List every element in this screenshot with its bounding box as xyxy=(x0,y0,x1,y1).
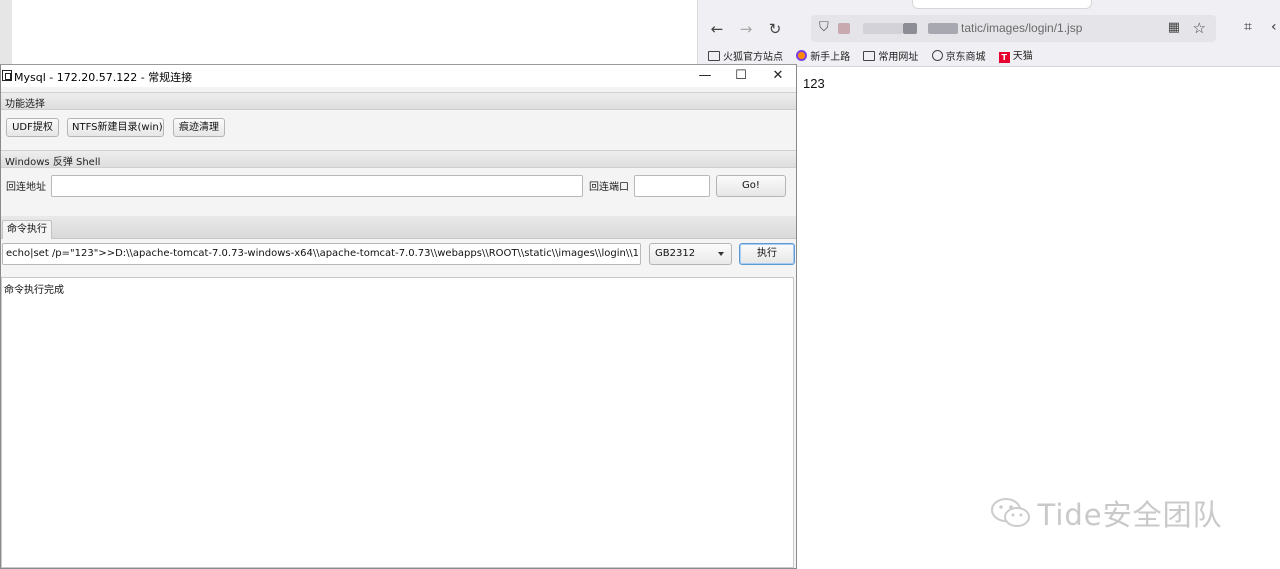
app-icon xyxy=(2,70,12,81)
encoding-value: GB2312 xyxy=(655,248,696,259)
folder-icon xyxy=(863,50,876,61)
command-input[interactable]: echo|set /p="123">>D:\\apache-tomcat-7.0… xyxy=(2,243,641,265)
shield-icon[interactable]: ⛉ xyxy=(819,20,829,35)
page-body-text: 123 xyxy=(803,76,825,91)
minimize-button[interactable]: — xyxy=(687,65,723,87)
callback-address-label: 回连地址 xyxy=(6,182,46,193)
browser-tab[interactable] xyxy=(912,0,1092,9)
bookmark-star-icon[interactable]: ☆ xyxy=(1193,19,1206,37)
folder-icon xyxy=(708,50,720,61)
command-tabbar: 命令执行 xyxy=(1,216,796,239)
maximize-button[interactable]: ☐ xyxy=(723,65,759,87)
mysql-tool-window: Mysql - 172.20.57.122 - 常规连接 — ☐ ✕ 功能选择 … xyxy=(0,64,797,569)
section-title: 功能选择 xyxy=(5,99,45,110)
watermark: Tide安全团队 xyxy=(988,492,1223,532)
reload-icon[interactable]: ↻ xyxy=(765,19,785,39)
bookmark-common-sites[interactable]: 常用网址 xyxy=(863,48,918,63)
qr-code-icon[interactable]: ▦ xyxy=(1168,20,1180,35)
output-text: 命令执行完成 xyxy=(4,285,64,296)
window-titlebar[interactable]: Mysql - 172.20.57.122 - 常规连接 — ☐ ✕ xyxy=(1,65,796,87)
bookmark-label: 天猫 xyxy=(1012,51,1033,62)
close-button[interactable]: ✕ xyxy=(760,65,796,87)
redacted-block xyxy=(863,23,903,34)
address-bar[interactable]: ⛉ tatic/images/login/1.jsp ▦ ☆ xyxy=(811,15,1216,42)
command-section-body: echo|set /p="123">>D:\\apache-tomcat-7.0… xyxy=(1,239,796,275)
go-button[interactable]: Go! xyxy=(716,175,786,197)
clear-traces-button[interactable]: 痕迹清理 xyxy=(173,118,225,137)
bookmark-getting-started[interactable]: 新手上路 xyxy=(796,48,850,63)
watermark-text: Tide安全团队 xyxy=(1037,498,1223,532)
back-icon[interactable]: ← xyxy=(707,19,727,39)
url-text[interactable]: tatic/images/login/1.jsp xyxy=(961,21,1082,35)
reverse-shell-section-header: Windows 反弹 Shell xyxy=(1,150,796,168)
command-output-area[interactable]: 命令执行完成 xyxy=(1,277,794,568)
redacted-block xyxy=(928,23,958,34)
background-window-edge xyxy=(0,0,12,64)
bookmark-label: 火狐官方站点 xyxy=(723,51,783,63)
reverse-shell-section-body: 回连地址 回连端口 Go! xyxy=(1,168,796,210)
screenshot-crop-icon[interactable]: ⌗ xyxy=(1244,19,1252,35)
redacted-block xyxy=(838,23,850,34)
bookmark-tmall[interactable]: T 天猫 xyxy=(998,47,1033,63)
bookmark-label: 常用网址 xyxy=(878,51,919,63)
encoding-select[interactable]: GB2312 xyxy=(649,243,732,265)
tab-command-execution[interactable]: 命令执行 xyxy=(2,220,52,239)
globe-icon xyxy=(931,49,943,61)
overflow-menu-icon[interactable]: ‹ xyxy=(1271,19,1277,35)
functions-section-body: UDF提权 NTFS新建目录(win) 痕迹清理 xyxy=(1,110,796,146)
bookmark-label: 京东商城 xyxy=(945,51,986,63)
section-title: Windows 反弹 Shell xyxy=(5,157,101,168)
tmall-icon: T xyxy=(998,52,1010,63)
background-window xyxy=(12,0,697,64)
functions-section-header: 功能选择 xyxy=(1,92,796,110)
bookmark-label: 新手上路 xyxy=(810,51,851,63)
wechat-icon xyxy=(991,498,1030,527)
execute-button[interactable]: 执行 xyxy=(739,243,795,265)
forward-icon[interactable]: → xyxy=(736,19,756,39)
chevron-down-icon xyxy=(718,252,724,256)
udf-privilege-button[interactable]: UDF提权 xyxy=(6,118,59,137)
callback-port-label: 回连端口 xyxy=(589,182,629,193)
browser-toolbar: ← → ↻ ⛉ tatic/images/login/1.jsp ▦ ☆ ⌗ ‹… xyxy=(698,0,1280,67)
bookmark-firefox-official[interactable]: 火狐官方站点 xyxy=(708,48,783,63)
redacted-block xyxy=(903,23,917,34)
ntfs-mkdir-button[interactable]: NTFS新建目录(win) xyxy=(67,118,164,137)
bookmark-jd[interactable]: 京东商城 xyxy=(931,48,986,63)
callback-address-input[interactable] xyxy=(51,175,583,197)
firefox-icon xyxy=(796,49,808,61)
window-title: Mysql - 172.20.57.122 - 常规连接 xyxy=(14,71,193,84)
bookmarks-bar: 火狐官方站点 新手上路 常用网址 京东商城 T 天猫 xyxy=(708,47,1043,63)
callback-port-input[interactable] xyxy=(634,175,710,197)
